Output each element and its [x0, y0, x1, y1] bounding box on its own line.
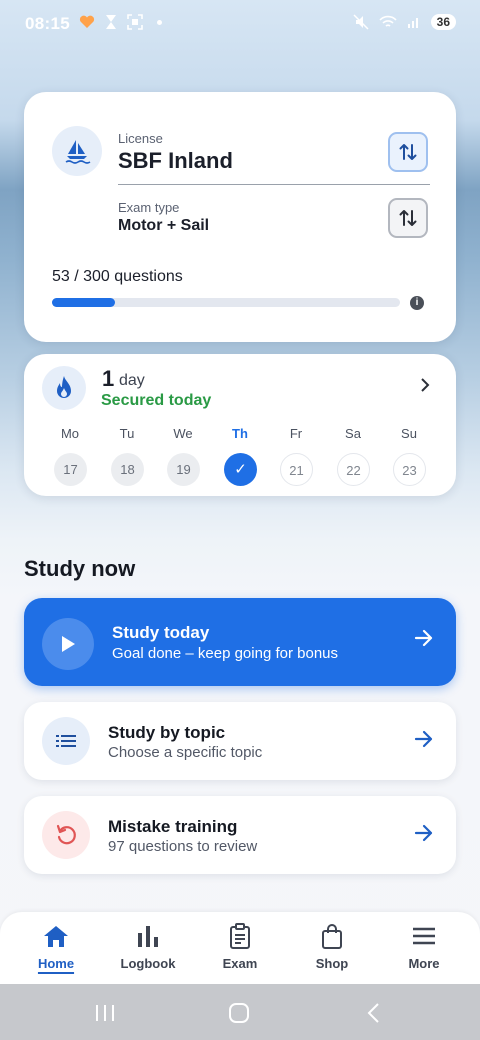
- system-navigation-bar: [0, 984, 480, 1040]
- home-icon: [10, 922, 102, 950]
- retry-icon: [56, 824, 76, 845]
- list-circle: [42, 717, 90, 765]
- exam-type-value: Motor + Sail: [118, 217, 210, 234]
- arrow-right-icon: [414, 629, 434, 653]
- bottom-navigation: Home Logbook Exam Shop More: [0, 912, 480, 984]
- more-notifications-dot: [157, 19, 162, 25]
- signal-icon: [407, 18, 418, 28]
- questions-progress-fill: [52, 298, 115, 307]
- license-card: License SBF Inland Exam type Motor + Sai…: [24, 92, 456, 342]
- bar-chart-icon: [102, 922, 194, 950]
- change-exam-type-button[interactable]: [388, 198, 428, 238]
- streak-avatar: [42, 366, 86, 410]
- day-circle: 17: [54, 453, 87, 486]
- nav-exam[interactable]: Exam: [194, 922, 286, 971]
- weekday-label: Su: [401, 426, 417, 441]
- study-today-subtitle: Goal done – keep going for bonus: [112, 645, 339, 662]
- screenshot-icon: [127, 14, 143, 30]
- study-today-button[interactable]: Study today Goal done – keep going for b…: [24, 598, 456, 686]
- streak-status: Secured today: [101, 392, 212, 409]
- swap-vertical-icon: [399, 144, 417, 160]
- weekday-label: Mo: [60, 426, 80, 441]
- hourglass-icon: [106, 15, 116, 29]
- clipboard-icon: [194, 922, 286, 950]
- license-value: SBF Inland: [118, 148, 233, 173]
- day-circle-completed: ✓: [224, 453, 257, 486]
- battery-indicator: 36: [430, 14, 456, 30]
- day-circle: 22: [337, 453, 370, 486]
- shopping-bag-icon: [286, 922, 378, 950]
- weekday-label: We: [173, 426, 193, 441]
- retry-circle: [42, 811, 90, 859]
- day-circle: 19: [167, 453, 200, 486]
- status-bar: 08:15 36: [0, 0, 480, 48]
- arrow-right-icon: [414, 824, 434, 848]
- status-notification-icons: [79, 14, 162, 30]
- study-section-title: Study now: [24, 556, 136, 581]
- sailboat-icon: [65, 140, 91, 164]
- day-circle: 18: [111, 453, 144, 486]
- license-avatar: [52, 126, 102, 176]
- weekday-label-today: Th: [232, 426, 248, 441]
- nav-label: Home: [37, 956, 75, 971]
- weekday-label: Fr: [289, 426, 303, 441]
- nav-label: More: [408, 956, 440, 971]
- streak-count: 1: [102, 366, 115, 391]
- list-icon: [56, 735, 76, 747]
- day-circle: 21: [280, 453, 313, 486]
- swap-vertical-icon: [399, 210, 417, 226]
- play-icon: [62, 636, 75, 652]
- questions-progress-bar: [52, 298, 400, 307]
- nav-shop[interactable]: Shop: [286, 922, 378, 971]
- license-label: License: [118, 131, 163, 146]
- battery-level: 36: [436, 15, 450, 29]
- change-license-button[interactable]: [388, 132, 428, 172]
- nav-home[interactable]: Home: [10, 922, 102, 971]
- chevron-right-icon[interactable]: [420, 376, 430, 397]
- study-by-topic-title: Study by topic: [108, 723, 226, 742]
- info-icon[interactable]: i: [410, 296, 424, 310]
- weekday-label: Tu: [119, 426, 135, 441]
- arrow-right-icon: [414, 730, 434, 754]
- play-circle: [42, 618, 94, 670]
- mistake-training-button[interactable]: Mistake training 97 questions to review: [24, 796, 456, 874]
- exam-type-label: Exam type: [118, 200, 180, 215]
- status-time: 08:15: [25, 14, 70, 33]
- back-icon[interactable]: [366, 1003, 380, 1023]
- study-by-topic-subtitle: Choose a specific topic: [108, 744, 263, 761]
- home-system-icon[interactable]: [228, 1003, 250, 1023]
- recent-apps-icon[interactable]: [94, 1004, 116, 1022]
- flame-icon: [57, 376, 71, 398]
- questions-progress-text: 53 / 300 questions: [52, 268, 183, 285]
- study-by-topic-button[interactable]: Study by topic Choose a specific topic: [24, 702, 456, 780]
- weekday-label: Sa: [345, 426, 361, 441]
- nav-label: Shop: [315, 956, 349, 971]
- study-today-title: Study today: [112, 623, 210, 642]
- nav-label: Exam: [222, 956, 258, 971]
- streak-card[interactable]: 1 day Secured today Mo Tu We Th Fr Sa Su…: [24, 354, 456, 496]
- license-divider: [118, 184, 430, 185]
- nav-label: Logbook: [120, 956, 176, 971]
- streak-unit: day: [119, 372, 145, 389]
- status-system-icons: 36: [353, 14, 456, 30]
- mistake-training-title: Mistake training: [108, 817, 238, 836]
- nav-more[interactable]: More: [378, 922, 470, 971]
- day-circle: 23: [393, 453, 426, 486]
- mute-icon: [353, 14, 369, 30]
- mistake-training-subtitle: 97 questions to review: [108, 838, 258, 855]
- menu-icon: [378, 922, 470, 950]
- nav-logbook[interactable]: Logbook: [102, 922, 194, 971]
- wifi-icon: [379, 15, 397, 27]
- heart-icon: [79, 15, 95, 28]
